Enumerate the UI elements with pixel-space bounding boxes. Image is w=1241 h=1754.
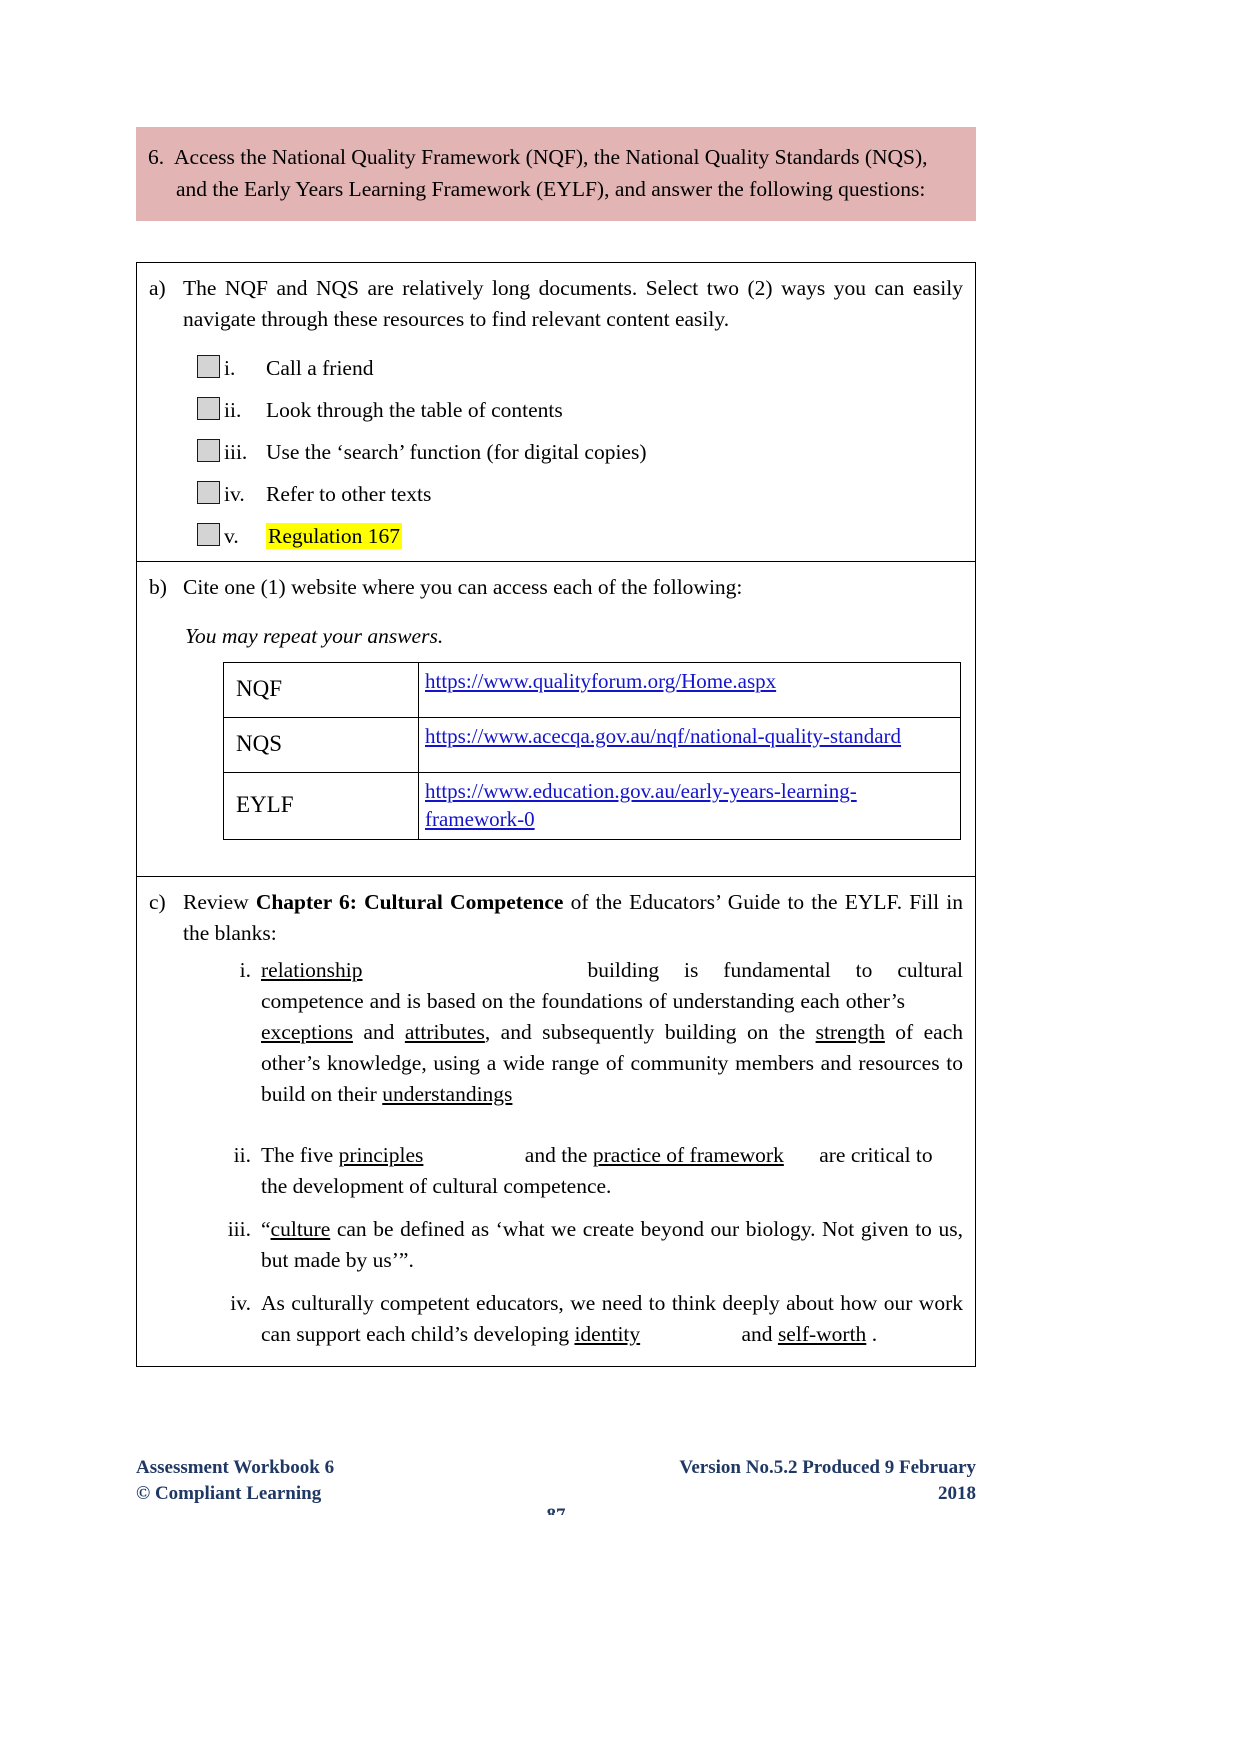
fill-item-text: The five principles and the practice of … bbox=[261, 1140, 963, 1202]
option-numeral: i. bbox=[224, 356, 236, 380]
section-c-prompt-pre: Review bbox=[183, 890, 256, 914]
option-row[interactable]: ii. Look through the table of contents bbox=[149, 381, 963, 423]
website-link[interactable]: https://www.qualityforum.org/Home.aspx bbox=[425, 669, 776, 693]
website-link[interactable]: https://www.acecqa.gov.au/nqf/national-q… bbox=[425, 724, 901, 748]
fill-item-text: As culturally competent educators, we ne… bbox=[261, 1288, 963, 1350]
table-cell-key: EYLF bbox=[223, 772, 419, 840]
section-a: a) The NQF and NQS are relatively long d… bbox=[137, 263, 975, 561]
blank-answer[interactable]: identity bbox=[574, 1322, 640, 1346]
website-link[interactable]: https://www.education.gov.au/early-years… bbox=[425, 779, 857, 831]
fill-segment: can be defined as ‘what we create beyond… bbox=[261, 1217, 963, 1272]
question-number: 6. bbox=[148, 145, 165, 169]
table-cell-key: NQS bbox=[223, 717, 419, 773]
checkbox-icon[interactable] bbox=[197, 355, 220, 378]
answer-box: a) The NQF and NQS are relatively long d… bbox=[136, 262, 976, 1367]
section-b-spacer bbox=[149, 840, 963, 866]
section-b-note: You may repeat your answers. bbox=[185, 624, 444, 648]
page-number: 87 bbox=[136, 1505, 976, 1515]
fill-item: iii. “culture can be defined as ‘what we… bbox=[149, 1214, 963, 1276]
option-numeral: ii. bbox=[224, 398, 242, 422]
blank-answer[interactable]: practice of framework bbox=[593, 1143, 784, 1167]
blank-answer[interactable]: relationship bbox=[261, 958, 363, 982]
section-b: b) Cite one (1) website where you can ac… bbox=[137, 561, 975, 876]
question-line-1: 6. Access the National Quality Framework … bbox=[148, 141, 960, 173]
footer-row-2: © Compliant Learning 2018 bbox=[136, 1481, 976, 1507]
question-banner: 6. Access the National Quality Framework … bbox=[136, 127, 976, 221]
fill-item-numeral: iii. bbox=[227, 1217, 251, 1241]
page-footer: Assessment Workbook 6 Version No.5.2 Pro… bbox=[136, 1455, 976, 1507]
blank-answer[interactable]: principles bbox=[339, 1143, 424, 1167]
section-b-label: b) bbox=[149, 575, 167, 599]
fill-item-text: “culture can be defined as ‘what we crea… bbox=[261, 1214, 963, 1276]
option-label: Use the ‘search’ function (for digital c… bbox=[266, 440, 647, 464]
question-text-line-1: Access the National Quality Framework (N… bbox=[174, 145, 928, 169]
checkbox-icon[interactable] bbox=[197, 397, 220, 420]
question-line-2: and the Early Years Learning Framework (… bbox=[148, 173, 960, 205]
table-row: NQF https://www.qualityforum.org/Home.as… bbox=[223, 662, 961, 718]
fill-item-text: relationship building is fundamental to … bbox=[261, 955, 963, 1110]
option-row[interactable]: iii. Use the ‘search’ function (for digi… bbox=[149, 423, 963, 465]
table-cell-key: NQF bbox=[223, 662, 419, 718]
fill-item-numeral: ii. bbox=[233, 1143, 251, 1167]
footer-right-line-1: Version No.5.2 Produced 9 February bbox=[679, 1457, 976, 1478]
section-b-prompt-row: b) Cite one (1) website where you can ac… bbox=[149, 572, 963, 603]
option-numeral: iv. bbox=[224, 482, 245, 506]
option-numeral: v. bbox=[224, 524, 239, 548]
blank-answer[interactable]: exceptions bbox=[261, 1020, 353, 1044]
footer-right-line-2: 2018 bbox=[938, 1483, 976, 1504]
fill-segment: building is fundamental to cultural comp… bbox=[261, 958, 963, 1013]
fill-segment: , and subsequently building on the bbox=[484, 1020, 816, 1044]
checkbox-icon[interactable] bbox=[197, 523, 220, 546]
table-cell-url[interactable]: https://www.acecqa.gov.au/nqf/national-q… bbox=[418, 717, 961, 773]
table-row: EYLF https://www.education.gov.au/early-… bbox=[223, 772, 961, 840]
option-numeral: iii. bbox=[224, 440, 248, 464]
document-page: 6. Access the National Quality Framework … bbox=[0, 0, 1241, 1754]
checkbox-icon[interactable] bbox=[197, 481, 220, 504]
option-label: Look through the table of contents bbox=[266, 398, 563, 422]
table-cell-url[interactable]: https://www.education.gov.au/early-years… bbox=[418, 772, 961, 840]
blank-answer[interactable]: self-worth bbox=[778, 1322, 866, 1346]
fill-segment: and bbox=[736, 1322, 778, 1346]
section-b-prompt: Cite one (1) website where you can acces… bbox=[183, 575, 743, 599]
section-a-prompt: The NQF and NQS are relatively long docu… bbox=[183, 276, 963, 331]
fill-item-numeral: i. bbox=[239, 958, 251, 982]
option-label-highlighted: Regulation 167 bbox=[266, 523, 402, 549]
fill-item: i. relationship building is fundamental … bbox=[149, 955, 963, 1110]
fill-segment: and bbox=[352, 1020, 405, 1044]
fill-item-numeral: iv. bbox=[230, 1291, 251, 1315]
blank-answer[interactable]: understandings bbox=[382, 1082, 512, 1106]
blank-answer[interactable]: attributes bbox=[405, 1020, 485, 1044]
option-label: Call a friend bbox=[266, 356, 374, 380]
table-row: NQS https://www.acecqa.gov.au/nqf/nation… bbox=[223, 717, 961, 773]
fill-item: ii. The five principles and the practice… bbox=[149, 1140, 963, 1202]
fill-segment: “ bbox=[261, 1217, 271, 1241]
section-a-prompt-row: a) The NQF and NQS are relatively long d… bbox=[149, 273, 963, 335]
option-label: Refer to other texts bbox=[266, 482, 432, 506]
footer-row-1: Assessment Workbook 6 Version No.5.2 Pro… bbox=[136, 1455, 976, 1481]
option-row[interactable]: i. Call a friend bbox=[149, 339, 963, 381]
option-row[interactable]: iv. Refer to other texts bbox=[149, 465, 963, 507]
section-c: c) Review Chapter 6: Cultural Competence… bbox=[137, 876, 975, 1366]
fill-segment: and the bbox=[519, 1143, 593, 1167]
blank-answer[interactable]: strength bbox=[816, 1020, 885, 1044]
section-c-label: c) bbox=[149, 890, 166, 914]
fill-segment: . bbox=[866, 1322, 878, 1346]
fill-in-blanks-list: i. relationship building is fundamental … bbox=[149, 955, 963, 1350]
footer-left-line-2: © Compliant Learning bbox=[136, 1483, 322, 1504]
question-text-line-2: and the Early Years Learning Framework (… bbox=[176, 177, 926, 201]
section-c-prompt-bold: Chapter 6: Cultural Competence bbox=[255, 890, 564, 914]
fill-item: iv. As culturally competent educators, w… bbox=[149, 1288, 963, 1350]
footer-left-line-1: Assessment Workbook 6 bbox=[136, 1457, 335, 1478]
option-row[interactable]: v. Regulation 167 bbox=[149, 507, 963, 549]
section-a-label: a) bbox=[149, 276, 166, 300]
table-cell-url[interactable]: https://www.qualityforum.org/Home.aspx bbox=[418, 662, 961, 718]
section-a-options: i. Call a friend ii. Look through the ta… bbox=[149, 339, 963, 549]
website-links-table: NQF https://www.qualityforum.org/Home.as… bbox=[223, 662, 961, 840]
blank-answer[interactable]: culture bbox=[271, 1217, 331, 1241]
fill-segment: The five bbox=[261, 1143, 339, 1167]
section-c-prompt-row: c) Review Chapter 6: Cultural Competence… bbox=[149, 887, 963, 949]
checkbox-icon[interactable] bbox=[197, 439, 220, 462]
section-c-prompt: Review Chapter 6: Cultural Competence of… bbox=[183, 887, 963, 949]
